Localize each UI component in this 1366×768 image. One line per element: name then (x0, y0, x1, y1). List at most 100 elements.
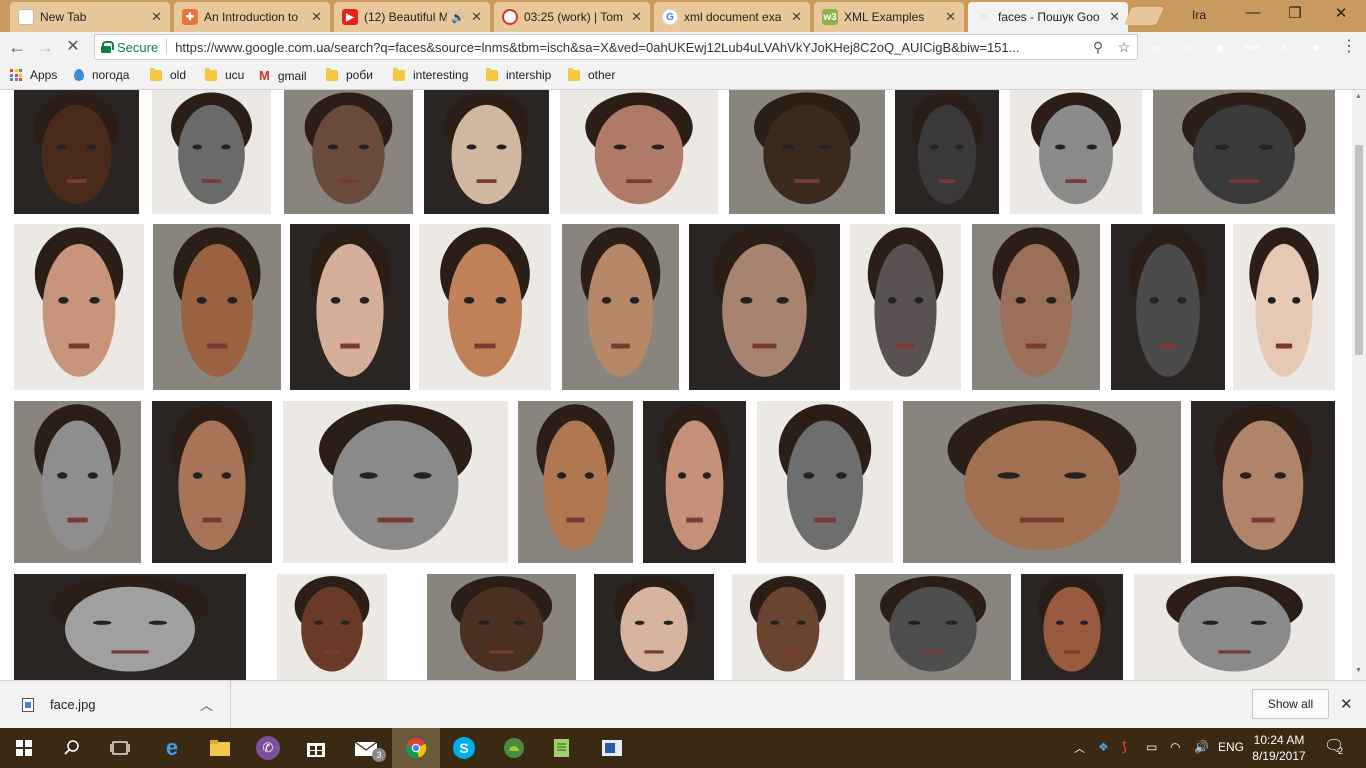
bookmark-folder-ucu[interactable]: ucu (205, 67, 244, 82)
close-icon[interactable]: ✕ (471, 9, 482, 25)
chevron-up-icon[interactable]: ︿ (200, 695, 213, 714)
url-text[interactable]: https://www.google.com.ua/search?q=faces… (175, 40, 1085, 55)
grammarly-icon[interactable]: G (1179, 39, 1197, 57)
bookmark-apps[interactable]: Apps (10, 68, 57, 82)
image-result-thumbnail[interactable] (419, 224, 551, 390)
image-result-thumbnail[interactable] (14, 574, 246, 680)
tab-tomato-timer[interactable]: 03:25 (work) | Tom ✕ (494, 2, 650, 32)
image-result-thumbnail[interactable] (757, 401, 893, 563)
show-all-button[interactable]: Show all (1252, 689, 1329, 719)
tab-faces-search[interactable]: ◌ faces - Пошук Goo ✕ (968, 2, 1128, 32)
image-result-thumbnail[interactable] (855, 574, 1011, 680)
chrome-icon[interactable] (392, 728, 440, 768)
bookmark-folder-interesting[interactable]: interesting (393, 67, 468, 82)
image-result-thumbnail[interactable] (689, 224, 840, 390)
image-result-thumbnail[interactable] (1233, 224, 1335, 390)
image-result-thumbnail[interactable] (283, 401, 508, 563)
profile-name[interactable]: Ira (1192, 8, 1206, 22)
adblock-plus-icon[interactable]: ABP (1243, 39, 1261, 57)
show-hidden-icons-chevron-icon[interactable]: ︿ (1074, 740, 1085, 756)
bookmark-folder-old[interactable]: old (150, 67, 186, 82)
image-result-thumbnail[interactable] (153, 224, 281, 390)
minimize-icon[interactable]: — (1238, 4, 1268, 21)
bookmark-folder-intership[interactable]: intership (486, 67, 551, 82)
presentation-app-icon[interactable] (588, 728, 636, 768)
zoom-icon[interactable]: ⚲ (1085, 39, 1111, 56)
image-result-thumbnail[interactable] (850, 224, 961, 390)
image-result-thumbnail[interactable] (427, 574, 576, 680)
image-result-thumbnail[interactable] (518, 401, 633, 563)
tab-new-tab[interactable]: New Tab ✕ (10, 2, 170, 32)
tab-youtube[interactable]: ▶ (12) Beautiful M 🔊 ✕ (334, 2, 490, 32)
android-studio-icon[interactable] (490, 728, 538, 768)
windows-start-icon[interactable] (0, 728, 48, 768)
volume-icon[interactable]: 🔊 (1194, 740, 1209, 754)
tab-xml-document[interactable]: G xml document exa ✕ (654, 2, 810, 32)
tab-introduction[interactable]: ✚ An Introduction to ✕ (174, 2, 330, 32)
extension-panda-icon[interactable]: ◉ (1211, 39, 1229, 57)
image-result-thumbnail[interactable] (903, 401, 1181, 563)
download-item[interactable]: face.jpg ︿ (0, 681, 231, 728)
restore-icon[interactable]: ❐ (1280, 4, 1310, 22)
address-bar[interactable]: Secure https://www.google.com.ua/search?… (94, 34, 1138, 60)
image-result-thumbnail[interactable] (424, 90, 549, 214)
search-icon[interactable] (48, 728, 96, 768)
close-icon[interactable]: ✕ (791, 9, 802, 25)
bookmark-star-icon[interactable]: ☆ (1111, 39, 1137, 56)
image-result-thumbnail[interactable] (152, 90, 271, 214)
bookmark-gmail[interactable]: M gmail (259, 68, 307, 83)
image-result-thumbnail[interactable] (152, 401, 272, 563)
image-result-thumbnail[interactable] (284, 90, 413, 214)
image-result-thumbnail[interactable] (290, 224, 410, 390)
edge-browser-icon[interactable]: e (148, 728, 196, 768)
image-result-thumbnail[interactable] (1021, 574, 1123, 680)
scrollbar-thumb[interactable] (1355, 145, 1363, 355)
close-icon[interactable]: ✕ (945, 9, 956, 25)
close-icon[interactable]: ✕ (631, 9, 642, 25)
back-arrow-icon[interactable]: ← (6, 36, 28, 58)
speaker-icon[interactable]: 🔊 (451, 11, 465, 24)
image-result-thumbnail[interactable] (1153, 90, 1335, 214)
extension-a-icon[interactable]: A (1275, 39, 1293, 57)
skype-icon[interactable]: S (440, 728, 488, 768)
bookmark-folder-other[interactable]: other (568, 67, 615, 82)
image-result-thumbnail[interactable] (1134, 574, 1335, 680)
close-window-icon[interactable]: ✕ (1326, 4, 1356, 22)
mail-icon[interactable]: 3 (342, 728, 390, 768)
image-result-thumbnail[interactable] (732, 574, 844, 680)
image-result-thumbnail[interactable] (1010, 90, 1142, 214)
bookmark-folder-robi[interactable]: роби (326, 67, 373, 82)
dropbox-icon[interactable]: ❖ (1098, 740, 1109, 754)
new-tab-button[interactable] (1123, 7, 1165, 25)
image-result-thumbnail[interactable] (560, 90, 718, 214)
scroll-up-arrow-icon[interactable]: ▲ (1355, 93, 1362, 100)
file-explorer-icon[interactable] (196, 728, 244, 768)
menu-icon[interactable]: ⋮ (1338, 36, 1360, 58)
viber-icon[interactable]: ✆ (244, 728, 292, 768)
page-scrollbar[interactable]: ▲ ▼ (1352, 90, 1366, 680)
adobe-reader-icon[interactable]: ⟆ (1122, 740, 1127, 754)
language-indicator[interactable]: ENG (1218, 740, 1244, 754)
wifi-icon[interactable]: ◠ (1170, 740, 1180, 754)
image-result-thumbnail[interactable] (14, 90, 139, 214)
system-clock[interactable]: 10:24 AM 8/19/2017 (1246, 732, 1312, 764)
image-result-thumbnail[interactable] (972, 224, 1100, 390)
notepad-icon[interactable] (538, 728, 586, 768)
close-icon[interactable]: ✕ (311, 9, 322, 25)
image-result-thumbnail[interactable] (594, 574, 714, 680)
image-result-thumbnail[interactable] (1191, 401, 1335, 563)
image-result-thumbnail[interactable] (1111, 224, 1225, 390)
scroll-down-arrow-icon[interactable]: ▼ (1355, 667, 1362, 674)
stop-loading-icon[interactable]: ✕ (62, 36, 84, 58)
store-icon[interactable] (292, 728, 340, 768)
image-result-thumbnail[interactable] (895, 90, 999, 214)
image-result-thumbnail[interactable] (14, 401, 141, 563)
image-result-thumbnail[interactable] (729, 90, 885, 214)
bookmark-pogoda[interactable]: погода (74, 68, 129, 82)
forward-arrow-icon[interactable]: → (34, 36, 56, 58)
close-icon[interactable]: ✕ (151, 9, 162, 25)
secure-indicator[interactable]: Secure (95, 40, 158, 55)
image-result-thumbnail[interactable] (277, 574, 387, 680)
extension-cross-icon[interactable]: ✚ (1307, 39, 1325, 57)
image-result-thumbnail[interactable] (14, 224, 144, 390)
